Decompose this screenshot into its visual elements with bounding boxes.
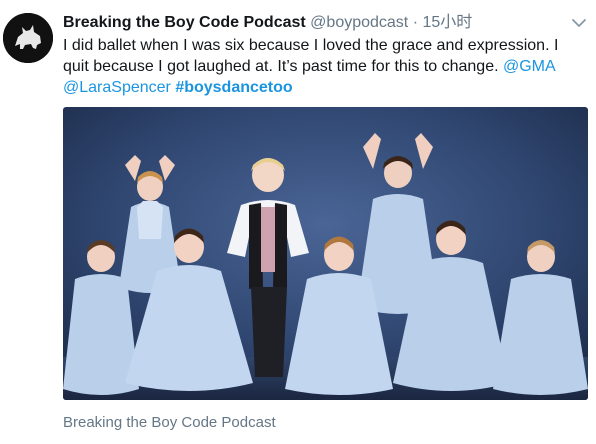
wolf-logo-icon: [3, 13, 53, 63]
mention-laraspencer[interactable]: @LaraSpencer: [63, 79, 171, 96]
tweet-header: Breaking the Boy Code Podcast @boypodcas…: [63, 12, 472, 34]
author-name[interactable]: Breaking the Boy Code Podcast: [63, 14, 306, 31]
tweet-photo[interactable]: [63, 107, 588, 400]
author-handle[interactable]: @boypodcast: [310, 14, 408, 31]
tweet-text: I did ballet when I was six because I lo…: [63, 35, 588, 98]
avatar[interactable]: [3, 13, 53, 63]
tweet-body: I did ballet when I was six because I lo…: [63, 37, 559, 75]
tweet-timestamp[interactable]: 15小时: [422, 14, 472, 31]
media-caption: Breaking the Boy Code Podcast: [63, 414, 276, 431]
ballet-group-photo: [63, 107, 588, 400]
hashtag-boysdancetoo[interactable]: #boysdancetoo: [175, 79, 292, 96]
mention-gma[interactable]: @GMA: [503, 58, 555, 75]
separator-dot: ·: [412, 14, 419, 31]
chevron-down-icon[interactable]: [570, 16, 588, 30]
